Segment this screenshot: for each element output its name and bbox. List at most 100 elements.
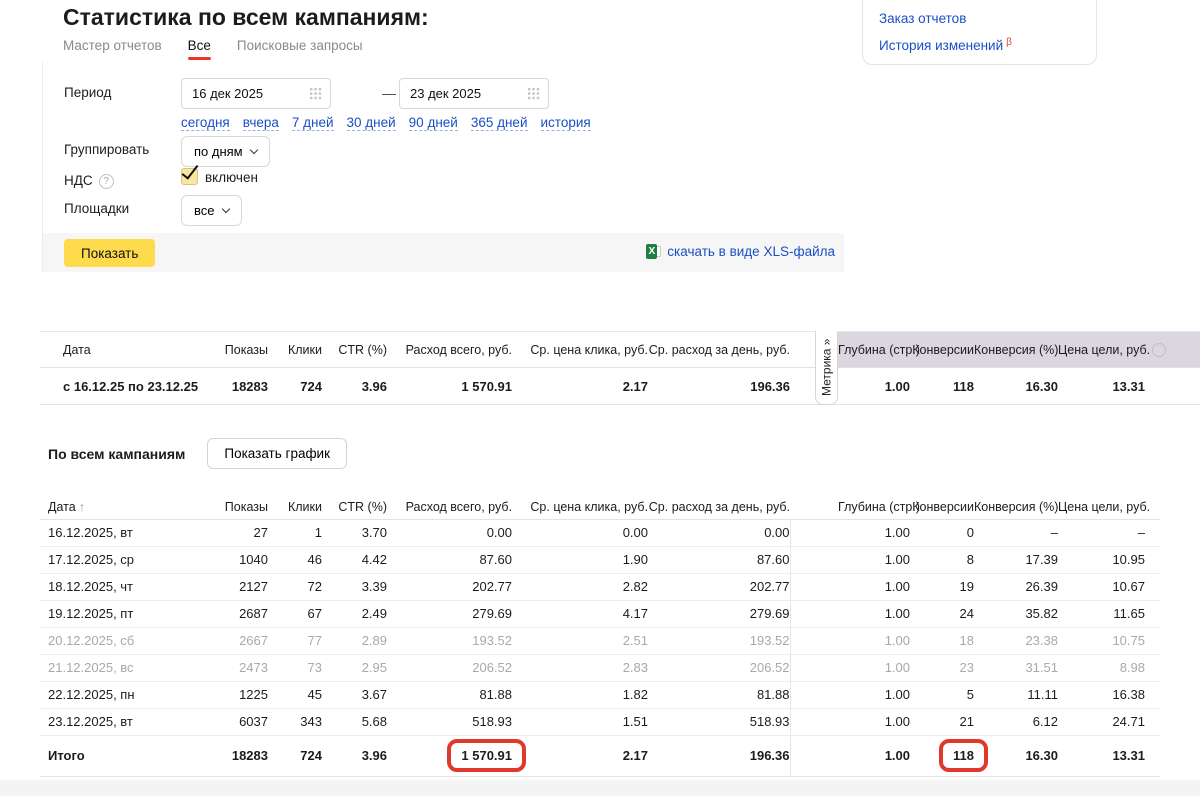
- col-spacer: [1145, 573, 1160, 601]
- cell: 118: [910, 735, 988, 777]
- table-row: 19.12.2025, пт 2687 67 2.49 279.69 4.17 …: [40, 600, 1160, 628]
- cell: 35.82: [974, 600, 1058, 628]
- summary-impressions: 18283: [210, 367, 268, 405]
- metrics-side-tab[interactable]: Метрика »: [815, 331, 838, 405]
- beta-badge: β: [1006, 37, 1012, 48]
- date-range-separator: —: [382, 85, 396, 101]
- col-spacer: [1145, 654, 1160, 682]
- form-footer: Показать X скачать в виде XLS-файла: [43, 233, 844, 272]
- table-row: 17.12.2025, ср 1040 46 4.42 87.60 1.90 8…: [40, 546, 1160, 574]
- show-button[interactable]: Показать: [64, 239, 156, 267]
- details-table: Дата ↑ Показы Клики CTR (%) Расход всего,…: [40, 495, 1160, 777]
- cell: 2.83: [512, 654, 648, 682]
- cell: 1.00: [838, 708, 910, 736]
- cell: 2687: [210, 600, 268, 628]
- col-spacer: [1145, 735, 1160, 777]
- table-row: 22.12.2025, пн 1225 45 3.67 81.88 1.82 8…: [40, 681, 1160, 709]
- cell: 6.12: [974, 708, 1058, 736]
- cell: 17.39: [974, 546, 1058, 574]
- cell: 31.51: [974, 654, 1058, 682]
- col-header-goal-cost: Цена цели, руб.: [1058, 495, 1150, 520]
- table-row: 18.12.2025, чт 2127 72 3.39 202.77 2.82 …: [40, 573, 1160, 601]
- chevron-down-icon: [249, 145, 258, 154]
- col-spacer: [1145, 546, 1160, 574]
- period-365days-link[interactable]: 365 дней: [470, 115, 528, 131]
- cell: 3.96: [322, 735, 387, 777]
- vat-checkbox[interactable]: [181, 168, 198, 185]
- period-90days-link[interactable]: 90 дней: [408, 115, 458, 131]
- help-question-icon[interactable]: ?: [98, 174, 114, 189]
- group-by-label: Группировать: [64, 142, 150, 157]
- platforms-value: все: [194, 203, 215, 218]
- summary-header-row: Дата Показы Клики CTR (%) Расход всего, …: [40, 331, 1200, 368]
- show-chart-button[interactable]: Показать график: [207, 438, 348, 469]
- summary-conversions: 118: [910, 367, 974, 405]
- cell: –: [974, 519, 1058, 547]
- cell: 23.38: [974, 627, 1058, 655]
- col-spacer: [1145, 708, 1160, 736]
- summary-ctr: 3.96: [322, 367, 387, 405]
- row-date: 17.12.2025, ср: [40, 546, 210, 574]
- col-header-avg-click-cost: Ср. цена клика, руб.: [512, 331, 648, 368]
- calendar-icon[interactable]: [527, 87, 540, 100]
- page-title: Статистика по всем кампаниям:: [63, 4, 429, 30]
- tab-search-queries[interactable]: Поисковые запросы: [237, 38, 363, 60]
- col-header-date-sort[interactable]: Дата ↑: [40, 495, 210, 520]
- period-history-link[interactable]: история: [540, 115, 591, 131]
- cell: 1.00: [838, 546, 910, 574]
- tab-report-master[interactable]: Мастер отчетов: [63, 38, 162, 60]
- cell: 11.65: [1058, 600, 1145, 628]
- totals-label: Итого: [40, 735, 210, 777]
- cell: 1 570.91: [387, 735, 526, 777]
- col-header-total-cost: Расход всего, руб.: [387, 495, 512, 520]
- reports-links-panel: Заказ отчетов История изменений β: [862, 0, 1097, 65]
- cell: 10.67: [1058, 573, 1145, 601]
- cell: 24: [910, 600, 974, 628]
- cell: 1.00: [838, 735, 910, 777]
- details-header-row: Дата ↑ Показы Клики CTR (%) Расход всего,…: [40, 495, 1160, 520]
- change-history-label: История изменений: [879, 38, 1004, 53]
- tab-all[interactable]: Все: [188, 38, 211, 60]
- cell: 206.52: [387, 654, 512, 682]
- info-circle-icon[interactable]: [1152, 342, 1167, 357]
- summary-goal-cost: 13.31: [1058, 367, 1145, 405]
- summary-table: Дата Показы Клики CTR (%) Расход всего, …: [40, 331, 1200, 405]
- col-header-ctr: CTR (%): [322, 495, 387, 520]
- summary-period-label: с 16.12.25 по 23.12.25: [40, 367, 210, 405]
- cell: 2.51: [512, 627, 648, 655]
- col-header-depth: Глубина (стр.): [838, 495, 920, 520]
- calendar-icon[interactable]: [309, 87, 322, 100]
- cell: 3.67: [322, 681, 387, 709]
- cell: 46: [268, 546, 322, 574]
- cell: 72: [268, 573, 322, 601]
- col-header-conversion-rate: Конверсия (%): [974, 331, 1058, 368]
- cell: 518.93: [648, 708, 790, 736]
- period-7days-link[interactable]: 7 дней: [291, 115, 334, 131]
- cell: 1040: [210, 546, 268, 574]
- cell: 0.00: [512, 519, 648, 547]
- cell: 23: [910, 654, 974, 682]
- cell: 10.95: [1058, 546, 1145, 574]
- change-history-link[interactable]: История изменений β: [879, 37, 1012, 53]
- platforms-dropdown[interactable]: все: [181, 195, 242, 226]
- period-today-link[interactable]: сегодня: [181, 115, 230, 131]
- col-header-avg-day-cost: Ср. расход за день, руб.: [648, 331, 790, 368]
- table-row-weekend: 20.12.2025, сб 2667 77 2.89 193.52 2.51 …: [40, 627, 1160, 655]
- download-xls-link[interactable]: X скачать в виде XLS-файла: [646, 244, 835, 259]
- cell: 1.82: [512, 681, 648, 709]
- cell: 4.42: [322, 546, 387, 574]
- cell: 1: [268, 519, 322, 547]
- cell: 81.88: [387, 681, 512, 709]
- cell: 26.39: [974, 573, 1058, 601]
- row-date: 22.12.2025, пн: [40, 681, 210, 709]
- col-header-conversion-rate: Конверсия (%): [974, 495, 1058, 520]
- col-gap: [790, 495, 838, 520]
- vat-checkbox-label: включен: [205, 170, 258, 185]
- order-reports-link[interactable]: Заказ отчетов: [879, 11, 966, 26]
- period-30days-link[interactable]: 30 дней: [346, 115, 396, 131]
- filter-form: Период — сегодня вчера 7 дней 30 дней 90…: [42, 62, 844, 272]
- cell: 24.71: [1058, 708, 1145, 736]
- row-date: 18.12.2025, чт: [40, 573, 210, 601]
- cell: 3.39: [322, 573, 387, 601]
- period-yesterday-link[interactable]: вчера: [242, 115, 279, 131]
